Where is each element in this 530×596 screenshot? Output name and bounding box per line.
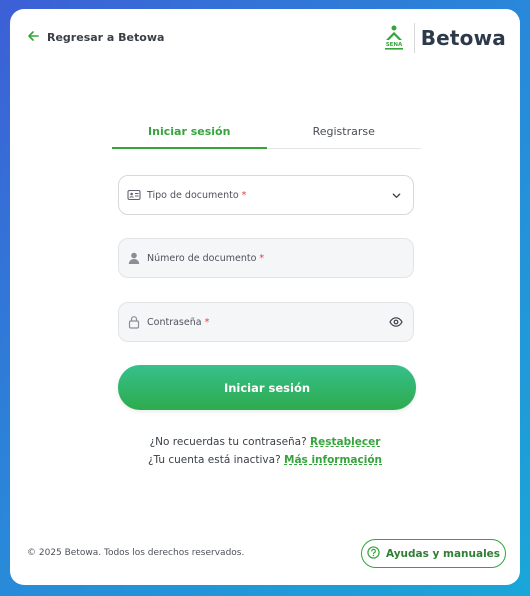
doc-number-label: Número de documento * [147,252,265,264]
brand-name: Betowa [420,26,506,50]
password-field[interactable]: Contraseña * [118,302,414,342]
more-info-link[interactable]: Más información [284,454,382,466]
tab-login[interactable]: Iniciar sesión [112,122,267,149]
auth-tabs: Iniciar sesión Registrarse [112,122,421,149]
chevron-down-icon [389,188,403,202]
help-manuals-label: Ayudas y manuales [385,547,501,560]
help-manuals-button[interactable]: Ayudas y manuales [361,539,506,568]
back-link-label: Regresar a Betowa [47,31,165,44]
id-card-icon [127,188,141,202]
sena-logo-icon: SENA [380,24,408,52]
reset-password-link[interactable]: Restablecer [310,436,380,448]
doc-number-field[interactable]: Número de documento * [118,238,414,278]
inactive-account-text: ¿Tu cuenta está inactiva? [147,454,281,466]
logo-divider [413,23,415,53]
eye-icon[interactable] [389,315,403,329]
doc-type-label: Tipo de documento * [147,189,247,201]
forgot-password-line: ¿No recuerdas tu contraseña? Restablecer [10,433,520,451]
login-card: Regresar a Betowa SENA Betowa Iniciar se… [10,9,520,585]
brand-logo: SENA Betowa [380,23,506,53]
login-button[interactable]: Iniciar sesión [118,365,416,410]
user-icon [127,251,141,265]
password-label: Contraseña * [147,316,210,328]
back-link[interactable]: Regresar a Betowa [27,30,164,45]
help-circle-icon [367,545,380,562]
arrow-left-icon [27,30,39,45]
sena-logo-text: SENA [385,42,402,48]
lock-icon [127,315,141,329]
help-links: ¿No recuerdas tu contraseña? Restablecer… [10,433,520,469]
tab-register[interactable]: Registrarse [267,122,422,148]
copyright-text: © 2025 Betowa. Todos los derechos reserv… [27,548,245,558]
inactive-account-line: ¿Tu cuenta está inactiva? Más informació… [10,451,520,469]
doc-type-select[interactable]: Tipo de documento * [118,175,414,215]
forgot-password-text: ¿No recuerdas tu contraseña? [149,436,307,448]
